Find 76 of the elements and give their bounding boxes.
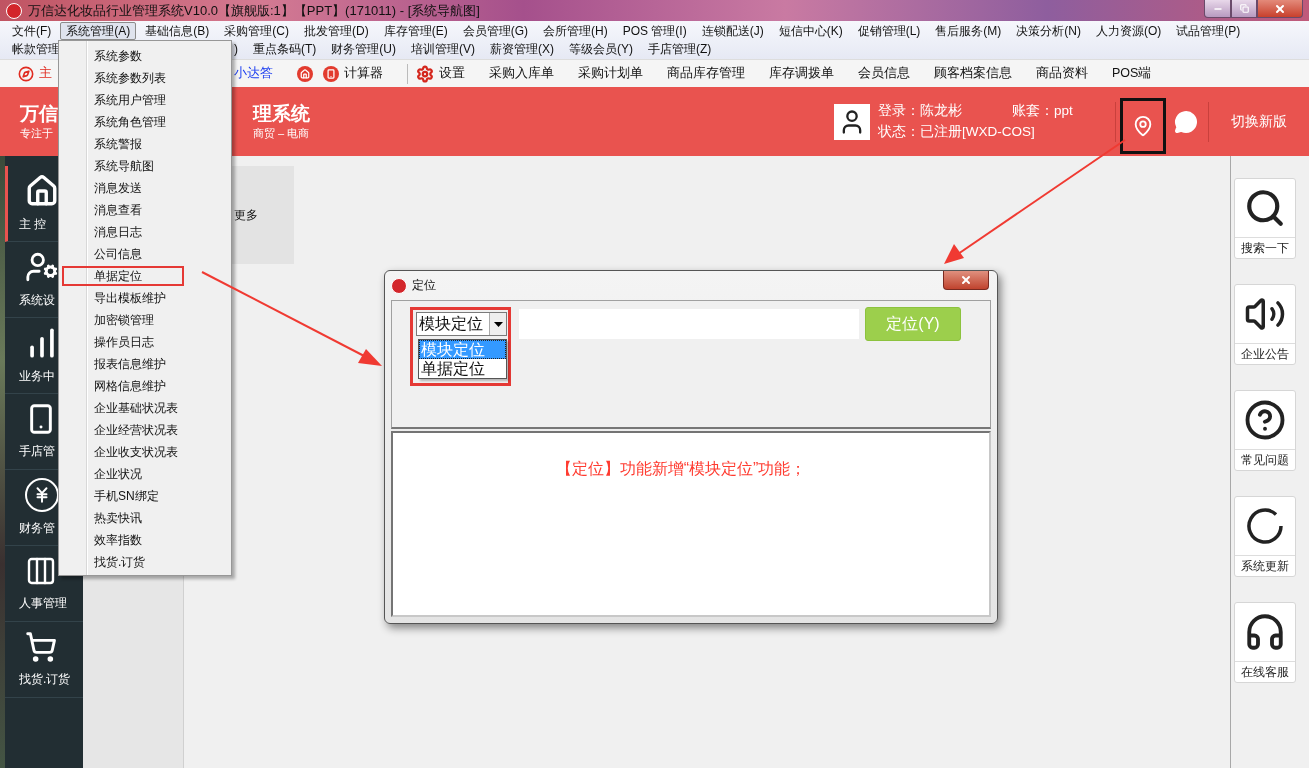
- menu-item[interactable]: ): [228, 40, 244, 58]
- menu-item[interactable]: 基础信息(B): [139, 22, 216, 40]
- app-logo-icon: [391, 277, 407, 294]
- location-pin-icon: [1132, 114, 1154, 137]
- account-text: 账套：ppt: [1012, 102, 1074, 120]
- menu-item[interactable]: 连锁配送(J): [695, 22, 770, 40]
- menu-entry[interactable]: 系统参数: [62, 46, 184, 66]
- toolbar-link[interactable]: 商品库存管理: [667, 65, 745, 82]
- side-tool-button[interactable]: 在线客服: [1234, 602, 1296, 683]
- menu-item[interactable]: 财务管理(U): [325, 40, 402, 58]
- feature-note: 【定位】功能新增“模块定位”功能；: [555, 459, 807, 479]
- menu-item[interactable]: 短信中心(K): [772, 22, 849, 40]
- side-tool-button[interactable]: 搜索一下: [1234, 178, 1296, 259]
- dropdown-option[interactable]: 单据定位: [419, 359, 506, 378]
- menu-item[interactable]: 库存管理(E): [377, 22, 454, 40]
- calculator-button[interactable]: 计算器: [323, 65, 383, 82]
- menu-entry[interactable]: 系统参数列表: [62, 68, 184, 88]
- menu-item[interactable]: 人力资源(O): [1090, 22, 1168, 40]
- login-text: 登录：陈龙彬: [878, 102, 963, 120]
- toolbar-link[interactable]: 商品资料: [1036, 65, 1088, 82]
- close-icon: [1274, 2, 1286, 15]
- side-tool-button[interactable]: 企业公告: [1234, 284, 1296, 365]
- toolbar-link[interactable]: 采购入库单: [489, 65, 554, 82]
- toolbar-link[interactable]: 顾客档案信息: [934, 65, 1012, 82]
- dialog-title: 定位: [412, 277, 436, 294]
- menu-entry[interactable]: 系统警报: [62, 134, 184, 154]
- menu-item[interactable]: 薪资管理(X): [484, 40, 560, 58]
- home-link[interactable]: 主: [18, 65, 52, 82]
- menu-entry[interactable]: 系统角色管理: [62, 112, 184, 132]
- location-button[interactable]: [1120, 97, 1166, 154]
- menu-entry[interactable]: 系统用户管理: [62, 90, 184, 110]
- menu-item[interactable]: 文件(F): [6, 22, 58, 40]
- menu-item[interactable]: POS 管理(I): [616, 22, 693, 40]
- brand-tagline: 商贸 – 电商: [253, 126, 311, 141]
- calculator-icon: [323, 65, 339, 82]
- menu-item[interactable]: 手店管理(Z): [642, 40, 718, 58]
- menu-item[interactable]: 会所管理(H): [537, 22, 614, 40]
- help-link[interactable]: 小达答: [234, 65, 273, 82]
- menu-entry[interactable]: 单据定位: [62, 266, 184, 286]
- mode-dropdown[interactable]: 模块定位: [416, 312, 507, 336]
- menu-item[interactable]: 批发管理(D): [298, 22, 375, 40]
- app-logo-icon: [6, 2, 22, 19]
- brand-tagline: 专注于: [20, 126, 54, 141]
- toolbar-link[interactable]: 库存调拨单: [769, 65, 834, 82]
- menu-item[interactable]: 系统管理(A): [60, 22, 137, 40]
- toolbar-link[interactable]: 会员信息: [858, 65, 910, 82]
- minimize-button[interactable]: [1204, 0, 1231, 18]
- brand-title: 理系统: [253, 102, 311, 126]
- status-text: 状态：已注册[WXD-COS]: [878, 123, 1036, 141]
- gear-icon: [416, 64, 434, 83]
- compass-icon: [18, 65, 34, 82]
- close-button[interactable]: [1257, 0, 1303, 18]
- menu-item[interactable]: 售后服务(M): [929, 22, 1008, 40]
- close-icon: [960, 274, 972, 286]
- toolbar-link[interactable]: 采购计划单: [578, 65, 643, 82]
- menu-item[interactable]: 培训管理(V): [405, 40, 481, 58]
- switch-version-button[interactable]: 切换新版: [1211, 112, 1309, 131]
- close-button[interactable]: [943, 271, 989, 290]
- settings-button[interactable]: 设置: [416, 64, 465, 83]
- toolbar-link[interactable]: POS端: [1112, 65, 1152, 82]
- menu-item[interactable]: 采购管理(C): [218, 22, 295, 40]
- brand-title: 万信: [20, 102, 59, 126]
- side-tool-button[interactable]: 系统更新: [1234, 496, 1296, 577]
- menu-item[interactable]: 会员管理(G): [456, 22, 534, 40]
- caret-icon: [493, 321, 503, 327]
- home-icon[interactable]: [297, 65, 313, 82]
- menu-item[interactable]: 决策分析(N): [1010, 22, 1088, 40]
- user-avatar-icon: [834, 103, 870, 140]
- side-tool-button[interactable]: 常见问题: [1234, 390, 1296, 471]
- menu-item[interactable]: 试品管理(P): [1170, 22, 1247, 40]
- menu-item[interactable]: 重点条码(T): [247, 40, 323, 58]
- window-title: 万信达化妆品行业管理系统V10.0【旗舰版:1】【PPT】(171011) - [系统导航图]: [28, 1, 481, 20]
- restore-button[interactable]: [1231, 0, 1257, 18]
- restore-icon: [1239, 4, 1249, 13]
- menu-item[interactable]: 等级会员(Y): [563, 40, 639, 58]
- menu-item[interactable]: 促销管理(L): [851, 22, 927, 40]
